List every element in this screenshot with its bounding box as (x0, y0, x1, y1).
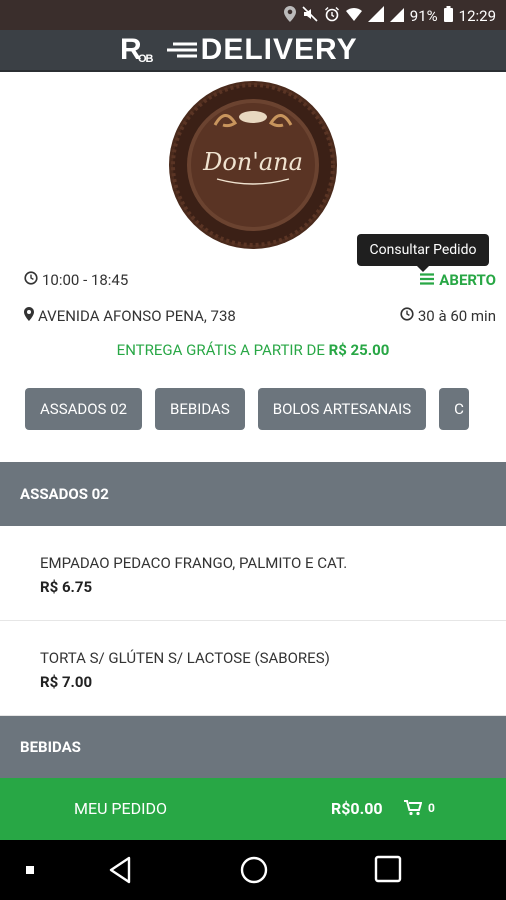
menu-icon (420, 271, 435, 289)
section-header-assados: ASSADOS 02 (0, 462, 506, 526)
wifi-icon (345, 7, 362, 25)
clock-icon (24, 271, 38, 289)
brand-delivery: DELIVERY (200, 33, 358, 66)
system-nav-bar (0, 840, 506, 900)
order-total: R$0.00 (331, 799, 383, 818)
recent-dot-icon[interactable] (26, 866, 34, 874)
product-price: R$ 7.00 (40, 673, 93, 691)
opening-hours: 10:00 - 18:45 (24, 271, 128, 289)
speed-lines-icon (166, 42, 197, 58)
status-text: ABERTO (439, 271, 496, 289)
location-icon (283, 6, 296, 26)
status-bar: 91% 12:29 (0, 0, 506, 30)
section-header-bebidas: BEBIDAS (0, 716, 506, 778)
battery-icon (443, 6, 453, 26)
cart-icon (404, 800, 422, 816)
product-item[interactable]: EMPADAO PEDACO FRANGO, PALMITO E CAT. R$… (0, 526, 506, 621)
clock-time: 12:29 (458, 7, 496, 25)
cart-button[interactable]: 0 (404, 800, 435, 816)
my-order-bar[interactable]: MEU PEDIDO R$0.00 0 (0, 778, 506, 840)
store-logo: Don'ana (169, 81, 337, 249)
overview-icon[interactable] (374, 855, 402, 883)
product-name: EMPADAO PEDACO FRANGO, PALMITO E CAT. (40, 554, 348, 572)
alarm-icon (324, 6, 340, 26)
signal-2-icon (389, 6, 404, 26)
my-order-label: MEU PEDIDO (74, 799, 167, 818)
free-shipping-notice: ENTREGA GRÁTIS A PARTIR DE R$ 25.00 (116, 341, 390, 359)
category-assados-02[interactable]: ASSADOS 02 (25, 388, 143, 430)
delivery-time: 30 à 60 min (400, 307, 496, 325)
brand-logo[interactable]: R OB DELIVERY (120, 33, 358, 67)
address-text: AVENIDA AFONSO PENA, 738 (38, 307, 236, 325)
home-icon[interactable] (239, 855, 269, 885)
category-bebidas[interactable]: BEBIDAS (155, 388, 245, 430)
product-price: R$ 6.75 (40, 578, 93, 596)
back-icon[interactable] (107, 855, 133, 885)
store-address: AVENIDA AFONSO PENA, 738 (24, 307, 236, 325)
svg-text:Don'ana: Don'ana (202, 148, 303, 176)
brand-rob: R OB (120, 33, 153, 66)
mute-icon (302, 6, 318, 26)
status-open-button[interactable]: ABERTO (420, 271, 496, 289)
hours-text: 10:00 - 18:45 (42, 271, 129, 289)
delivery-time-text: 30 à 60 min (417, 307, 496, 325)
product-name: TORTA S/ GLÚTEN S/ LACTOSE (SABORES) (40, 649, 330, 667)
consult-order-tooltip[interactable]: Consultar Pedido (357, 234, 489, 272)
category-partial[interactable]: C (439, 388, 470, 430)
cart-count: 0 (428, 801, 435, 815)
status-icons: 91% 12:29 (283, 6, 496, 26)
category-tabs: ASSADOS 02 BEBIDAS BOLOS ARTESANAIS C (25, 388, 470, 430)
app-header: R OB DELIVERY (0, 30, 506, 72)
category-bolos-artesanais[interactable]: BOLOS ARTESANAIS (257, 388, 427, 430)
signal-icon (367, 6, 384, 26)
clock-icon (400, 307, 414, 325)
map-pin-icon (24, 307, 34, 325)
product-item[interactable]: TORTA S/ GLÚTEN S/ LACTOSE (SABORES) R$ … (0, 621, 506, 716)
battery-level: 91% (409, 7, 438, 25)
